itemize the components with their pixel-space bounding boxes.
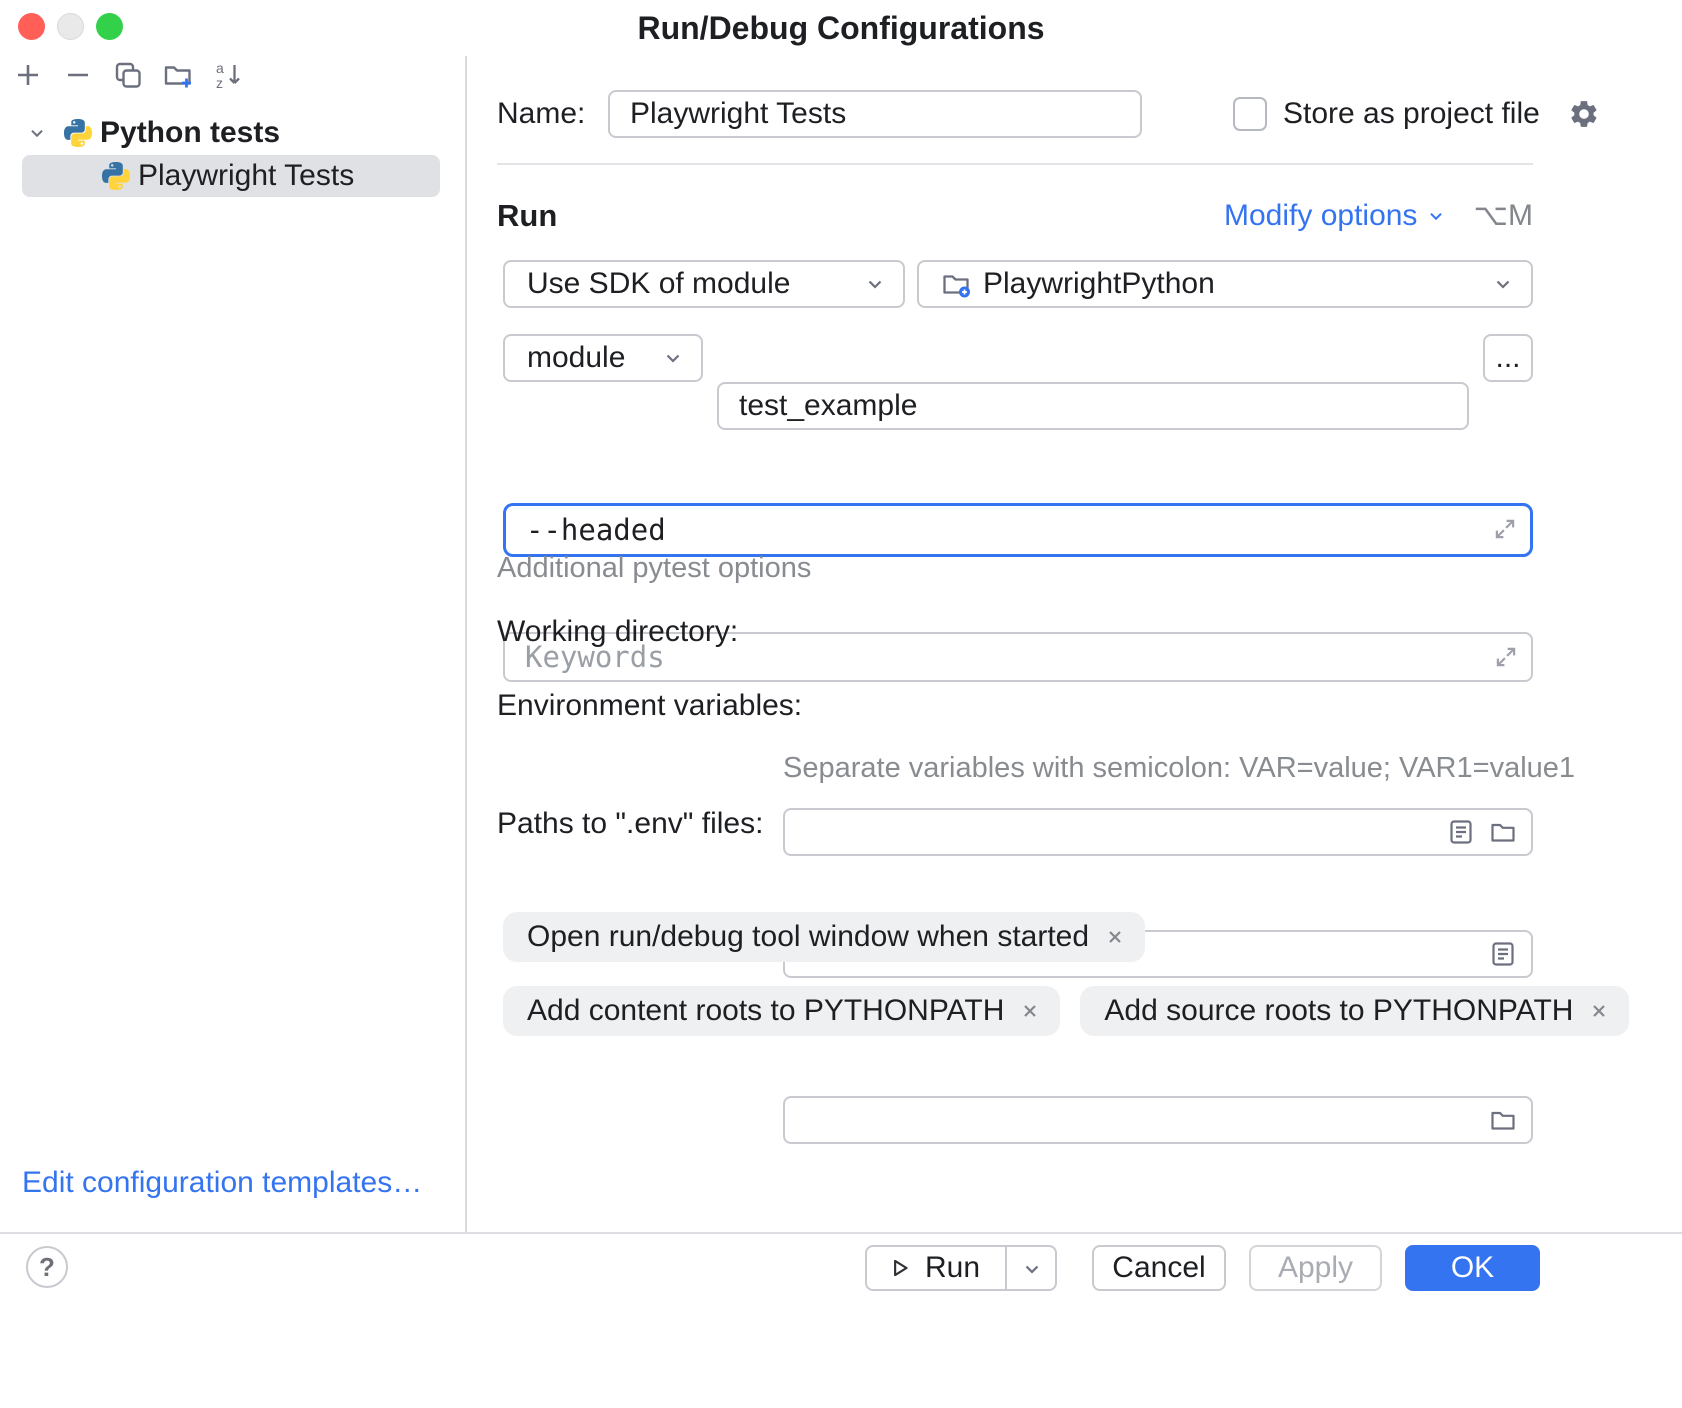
macro-list-icon[interactable] [1489, 940, 1517, 968]
new-folder-button[interactable] [160, 57, 196, 93]
sdk-mode-value: Use SDK of module [527, 267, 790, 301]
copy-configuration-button[interactable] [110, 57, 146, 93]
close-icon[interactable] [1105, 927, 1125, 947]
sdk-module-value: PlaywrightPython [983, 267, 1215, 301]
python-icon [102, 162, 130, 190]
apply-button[interactable]: Apply [1249, 1245, 1382, 1291]
chevron-down-icon[interactable] [26, 122, 48, 144]
module-icon [941, 269, 971, 299]
sdk-module-dropdown[interactable]: PlaywrightPython [917, 260, 1533, 308]
env-files-field [783, 1096, 1533, 1144]
target-kind-value: module [527, 341, 625, 375]
store-as-project-file-row: Store as project file [1233, 90, 1600, 138]
modify-options-link[interactable]: Modify options [1224, 199, 1447, 233]
sdk-mode-dropdown[interactable]: Use SDK of module [503, 260, 905, 308]
tree-item-playwright-tests[interactable]: Playwright Tests [22, 155, 440, 197]
folder-icon[interactable] [1489, 1106, 1517, 1134]
tag-label: Add source roots to PYTHONPATH [1104, 994, 1573, 1028]
minus-icon [63, 60, 93, 90]
add-configuration-button[interactable] [10, 57, 46, 93]
tag-label: Open run/debug tool window when started [527, 920, 1089, 954]
edit-configuration-templates-link[interactable]: Edit configuration templates… [22, 1166, 422, 1200]
chevron-down-icon [1491, 272, 1515, 296]
chip-row-1: Open run/debug tool window when started [503, 912, 1145, 962]
name-field-wrap [608, 90, 1142, 138]
sort-configurations-button[interactable]: az [210, 57, 246, 93]
env-files-input[interactable] [785, 1098, 1531, 1142]
tag-add-source-roots: Add source roots to PYTHONPATH [1080, 986, 1629, 1036]
tag-add-content-roots: Add content roots to PYTHONPATH [503, 986, 1060, 1036]
tag-label: Add content roots to PYTHONPATH [527, 994, 1004, 1028]
name-label: Name: [497, 90, 585, 138]
play-icon [887, 1255, 913, 1281]
dialog-title: Run/Debug Configurations [637, 10, 1044, 47]
modify-options-row: Modify options ⌥M [1224, 198, 1533, 233]
store-as-project-file-label: Store as project file [1283, 97, 1540, 131]
chip-row-2: Add content roots to PYTHONPATH Add sour… [503, 986, 1629, 1036]
close-icon[interactable] [1589, 1001, 1609, 1021]
additional-arguments-field [503, 503, 1533, 557]
tree-group-python-tests[interactable]: Python tests [0, 114, 465, 152]
expand-field-icon[interactable] [1492, 516, 1518, 542]
sort-alphabetically-icon: az [213, 60, 243, 90]
svg-text:a: a [216, 60, 224, 76]
working-directory-field [783, 808, 1533, 856]
tree-item-label: Playwright Tests [138, 159, 354, 193]
plus-icon [13, 60, 43, 90]
copy-icon [113, 60, 143, 90]
svg-text:z: z [216, 75, 223, 90]
environment-variables-label: Environment variables: [497, 682, 802, 730]
close-window-button[interactable] [18, 13, 45, 40]
ok-button[interactable]: OK [1405, 1245, 1540, 1291]
section-divider [497, 163, 1533, 165]
folder-icon[interactable] [1489, 818, 1517, 846]
target-kind-dropdown[interactable]: module [503, 334, 703, 382]
remove-configuration-button[interactable] [60, 57, 96, 93]
sidebar-toolbar: az [10, 56, 246, 94]
store-as-project-file-checkbox[interactable] [1233, 97, 1267, 131]
chevron-down-icon [661, 346, 685, 370]
expand-field-icon[interactable] [1493, 644, 1519, 670]
help-button[interactable]: ? [26, 1246, 68, 1288]
chevron-down-icon [1425, 205, 1447, 227]
new-folder-icon [163, 60, 193, 90]
additional-arguments-input[interactable] [506, 506, 1530, 554]
footer-divider [0, 1232, 1682, 1234]
modify-options-label: Modify options [1224, 199, 1417, 233]
working-directory-label: Working directory: [497, 608, 738, 656]
additional-options-hint: Additional pytest options [497, 552, 811, 585]
gear-icon[interactable] [1568, 98, 1600, 130]
tag-open-run-debug-tool-window: Open run/debug tool window when started [503, 912, 1145, 962]
chevron-down-icon[interactable] [1020, 1257, 1044, 1281]
cancel-button[interactable]: Cancel [1092, 1245, 1226, 1291]
env-files-label: Paths to ".env" files: [497, 800, 763, 848]
target-input[interactable] [719, 384, 1467, 428]
macro-list-icon[interactable] [1447, 818, 1475, 846]
zoom-window-button[interactable] [96, 13, 123, 40]
chevron-down-icon [863, 272, 887, 296]
tree-group-label: Python tests [100, 116, 280, 150]
python-icon [64, 119, 92, 147]
working-directory-input[interactable] [785, 810, 1531, 854]
run-button-split-divider [1005, 1247, 1007, 1289]
minimize-window-button [57, 13, 84, 40]
config-form: Name: Store as project file Run Modify o… [467, 56, 1682, 1232]
run-button[interactable]: Run [865, 1245, 1057, 1291]
run-button-label: Run [925, 1251, 980, 1285]
name-input[interactable] [610, 92, 1140, 136]
run-section-header: Run [497, 198, 557, 234]
environment-variables-hint: Separate variables with semicolon: VAR=v… [783, 752, 1575, 785]
target-field-wrap [717, 382, 1469, 430]
close-icon[interactable] [1020, 1001, 1040, 1021]
modify-options-shortcut: ⌥M [1473, 198, 1533, 233]
titlebar: Run/Debug Configurations [0, 0, 1682, 56]
browse-target-button[interactable]: ... [1483, 334, 1533, 382]
sidebar: az Python tests Playwright Tests Edit co… [0, 56, 465, 1232]
window-controls [18, 13, 123, 40]
